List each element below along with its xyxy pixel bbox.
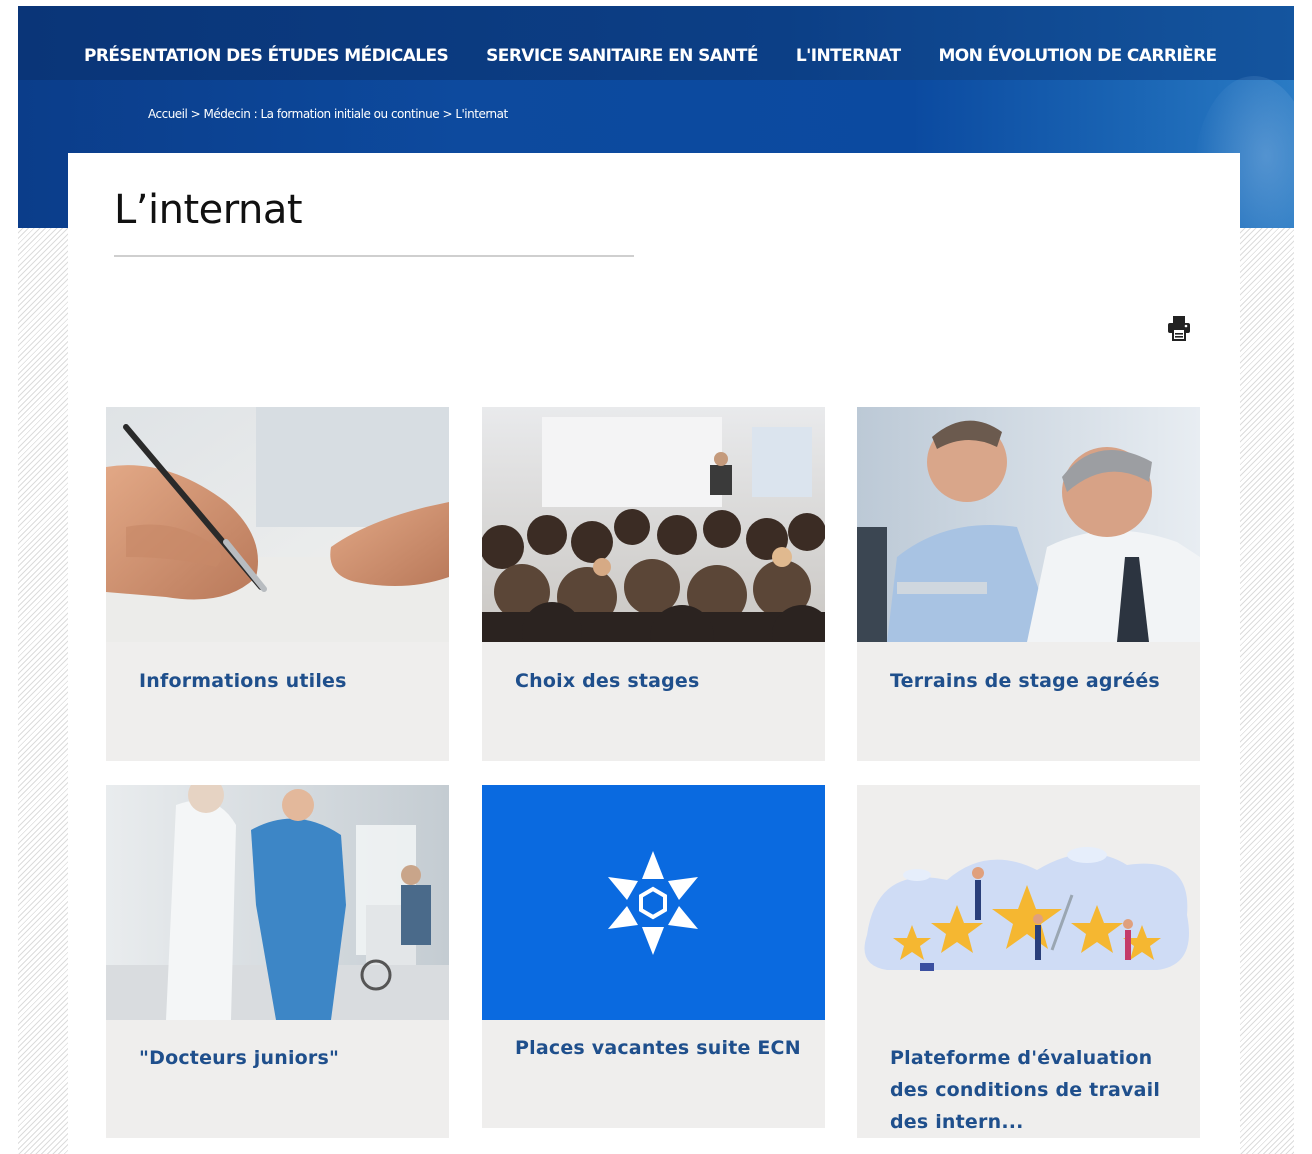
hospital-corridor-photo (106, 785, 449, 1020)
card-terrains-de-stage[interactable]: Terrains de stage agréés (857, 407, 1200, 761)
nav-band (18, 6, 1294, 80)
hand-writing-photo (106, 407, 449, 642)
doctors-at-computer-photo (857, 407, 1200, 642)
nav-item-service-sanitaire[interactable]: SERVICE SANITAIRE EN SANTÉ (486, 46, 758, 66)
card-plateforme-evaluation[interactable]: Plateforme d'évaluation des conditions d… (857, 785, 1200, 1138)
breadcrumb-home[interactable]: Accueil (148, 107, 188, 121)
breadcrumb: Accueil > Médecin : La formation initial… (148, 107, 508, 121)
card-label: Terrains de stage agréés (890, 670, 1160, 692)
title-divider (114, 255, 634, 257)
card-label: Plateforme d'évaluation des conditions d… (890, 1047, 1161, 1133)
card-label: Informations utiles (139, 670, 347, 692)
breadcrumb-current: L'internat (455, 107, 508, 121)
rating-stars-illustration (857, 785, 1200, 1020)
star-logo-on-blue (482, 785, 825, 1020)
card-docteurs-juniors[interactable]: "Docteurs juniors" (106, 785, 449, 1138)
card-informations-utiles[interactable]: Informations utiles (106, 407, 449, 761)
breadcrumb-separator: > (439, 107, 456, 121)
card-choix-des-stages[interactable]: Choix des stages (482, 407, 825, 761)
conference-audience-photo (482, 407, 825, 642)
nav-item-etudes-medicales[interactable]: PRÉSENTATION DES ÉTUDES MÉDICALES (84, 46, 449, 66)
print-icon[interactable] (1164, 313, 1194, 343)
card-label: Places vacantes suite ECN (515, 1037, 801, 1059)
breadcrumb-section[interactable]: Médecin : La formation initiale ou conti… (204, 107, 440, 121)
content-panel: L’internat Informations utiles Choix des… (68, 153, 1240, 1154)
card-label: Choix des stages (515, 670, 700, 692)
card-label: "Docteurs juniors" (139, 1047, 340, 1069)
nav-item-evolution-carriere[interactable]: MON ÉVOLUTION DE CARRIÈRE (938, 46, 1217, 66)
card-places-vacantes[interactable]: Places vacantes suite ECN (482, 785, 825, 1128)
breadcrumb-separator: > (187, 107, 204, 121)
nav-item-internat[interactable]: L'INTERNAT (796, 46, 901, 66)
page-title: L’internat (114, 187, 303, 233)
main-nav: PRÉSENTATION DES ÉTUDES MÉDICALES SERVIC… (84, 46, 1217, 66)
